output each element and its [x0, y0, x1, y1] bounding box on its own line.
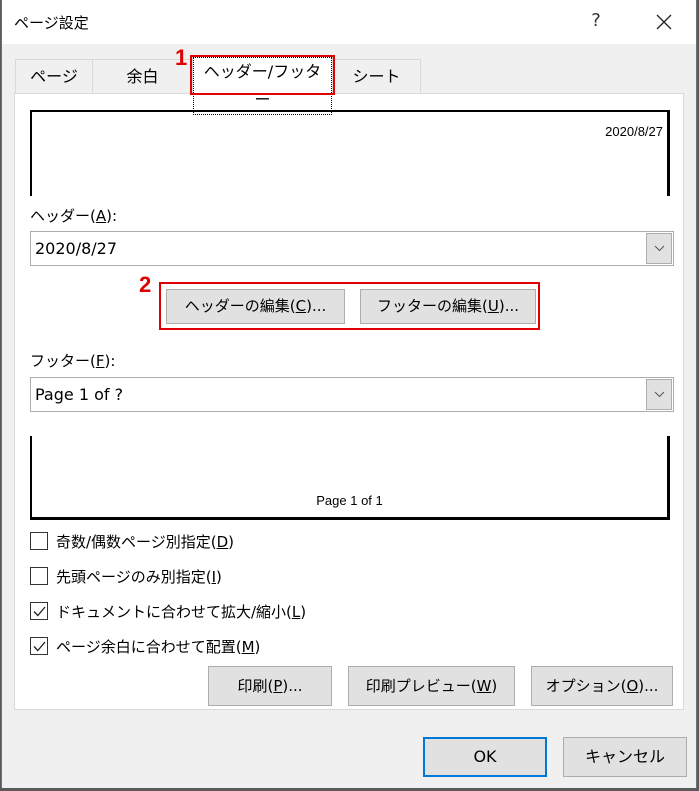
header-select[interactable]: 2020/8/27 [30, 231, 674, 266]
print-preview-button[interactable]: 印刷プレビュー(W) [348, 666, 515, 706]
checkbox-label: 先頭ページのみ別指定(I) [56, 566, 222, 587]
checkbox-box[interactable] [30, 602, 48, 620]
edit-footer-prefix: フッターの編集( [377, 297, 488, 315]
footer-label-suffix: ): [104, 352, 116, 370]
chevron-down-icon [654, 245, 665, 252]
cancel-button[interactable]: キャンセル [563, 737, 687, 777]
print-prefix: 印刷( [237, 677, 274, 695]
page-setup-dialog: ページ設定 ? ページ 余白 ヘッダー/フッター シート 1 2020/8/27… [1, 0, 697, 788]
options-button[interactable]: オプション(O)... [531, 666, 673, 706]
ok-button[interactable]: OK [423, 737, 547, 777]
print-preview-suffix: ) [491, 677, 498, 695]
header-label: ヘッダー(A): [30, 205, 117, 226]
checkbox-label-suffix: ) [228, 533, 235, 551]
checkbox-label-key: M [241, 638, 255, 656]
footer-select[interactable]: Page 1 of ? [30, 377, 674, 412]
footer-label-prefix: フッター( [30, 352, 96, 370]
checkbox-label: 奇数/偶数ページ別指定(D) [56, 531, 234, 552]
options-prefix: オプション( [545, 677, 627, 695]
help-button[interactable]: ? [584, 10, 608, 31]
tab-sheet[interactable]: シート [332, 59, 421, 93]
checkbox-label-suffix: ) [300, 603, 307, 621]
header-preview: 2020/8/27 [30, 110, 670, 196]
tab-sheet-label: シート [352, 67, 401, 86]
edit-footer-suffix: )... [498, 297, 519, 315]
print-suffix: )... [282, 677, 303, 695]
annotation-marker-1: 1 [175, 45, 188, 70]
dialog-title: ページ設定 [14, 14, 89, 32]
checkbox-label-prefix: ページ余白に合わせて配置( [56, 638, 242, 656]
tab-header-footer[interactable]: ヘッダー/フッター [192, 56, 333, 115]
footer-preview: Page 1 of 1 [30, 436, 670, 520]
checkmark-icon [33, 606, 46, 617]
checkbox-label-key: D [216, 533, 229, 551]
edit-footer-button[interactable]: フッターの編集(U)... [360, 289, 536, 324]
checkbox-label-suffix: ) [254, 638, 261, 656]
close-button[interactable] [650, 8, 678, 36]
header-label-key: A [95, 207, 107, 225]
footer-dropdown-button[interactable] [646, 379, 672, 410]
edit-header-button[interactable]: ヘッダーの編集(C)... [166, 289, 345, 324]
header-label-prefix: ヘッダー( [30, 207, 96, 225]
header-footer-panel: 2020/8/27 ヘッダー(A): 2020/8/27 2 ヘッダーの編集(C… [14, 93, 684, 710]
header-dropdown-button[interactable] [646, 233, 672, 264]
title-bar: ページ設定 ? [2, 0, 696, 44]
tab-header-footer-label: ヘッダー/フッター [193, 57, 332, 115]
footer-preview-text: Page 1 of 1 [316, 493, 383, 508]
checkbox-label-prefix: 先頭ページのみ別指定( [56, 568, 212, 586]
print-preview-key: W [476, 677, 492, 695]
checkmark-icon [33, 641, 46, 652]
header-label-suffix: ): [106, 207, 118, 225]
print-button[interactable]: 印刷(P)... [208, 666, 332, 706]
checkbox-label-prefix: 奇数/偶数ページ別指定( [56, 533, 217, 551]
checkbox-label-prefix: ドキュメントに合わせて拡大/縮小( [56, 603, 292, 621]
checkbox-label: ドキュメントに合わせて拡大/縮小(L) [56, 601, 306, 622]
checkbox-box[interactable] [30, 532, 48, 550]
checkbox-box[interactable] [30, 567, 48, 585]
footer-label-key: F [95, 352, 105, 370]
checkbox-label-suffix: ) [216, 568, 222, 586]
footer-label: フッター(F): [30, 350, 115, 371]
header-preview-text: 2020/8/27 [605, 124, 663, 139]
checkbox-box[interactable] [30, 637, 48, 655]
checkbox-label: ページ余白に合わせて配置(M) [56, 636, 260, 657]
header-select-value: 2020/8/27 [35, 239, 118, 258]
options-key: O [626, 677, 639, 695]
chevron-down-icon [654, 391, 665, 398]
footer-select-value: Page 1 of ? [35, 385, 124, 404]
close-icon [656, 14, 672, 30]
edit-header-suffix: )... [306, 297, 327, 315]
options-suffix: )... [638, 677, 659, 695]
tab-page[interactable]: ページ [15, 59, 93, 93]
edit-footer-key: U [487, 297, 499, 315]
print-preview-prefix: 印刷プレビュー( [365, 677, 477, 695]
edit-header-key: C [295, 297, 307, 315]
tab-margins-label: 余白 [126, 67, 159, 86]
tab-page-label: ページ [30, 67, 78, 86]
annotation-marker-2: 2 [139, 272, 152, 297]
edit-header-prefix: ヘッダーの編集( [184, 297, 296, 315]
